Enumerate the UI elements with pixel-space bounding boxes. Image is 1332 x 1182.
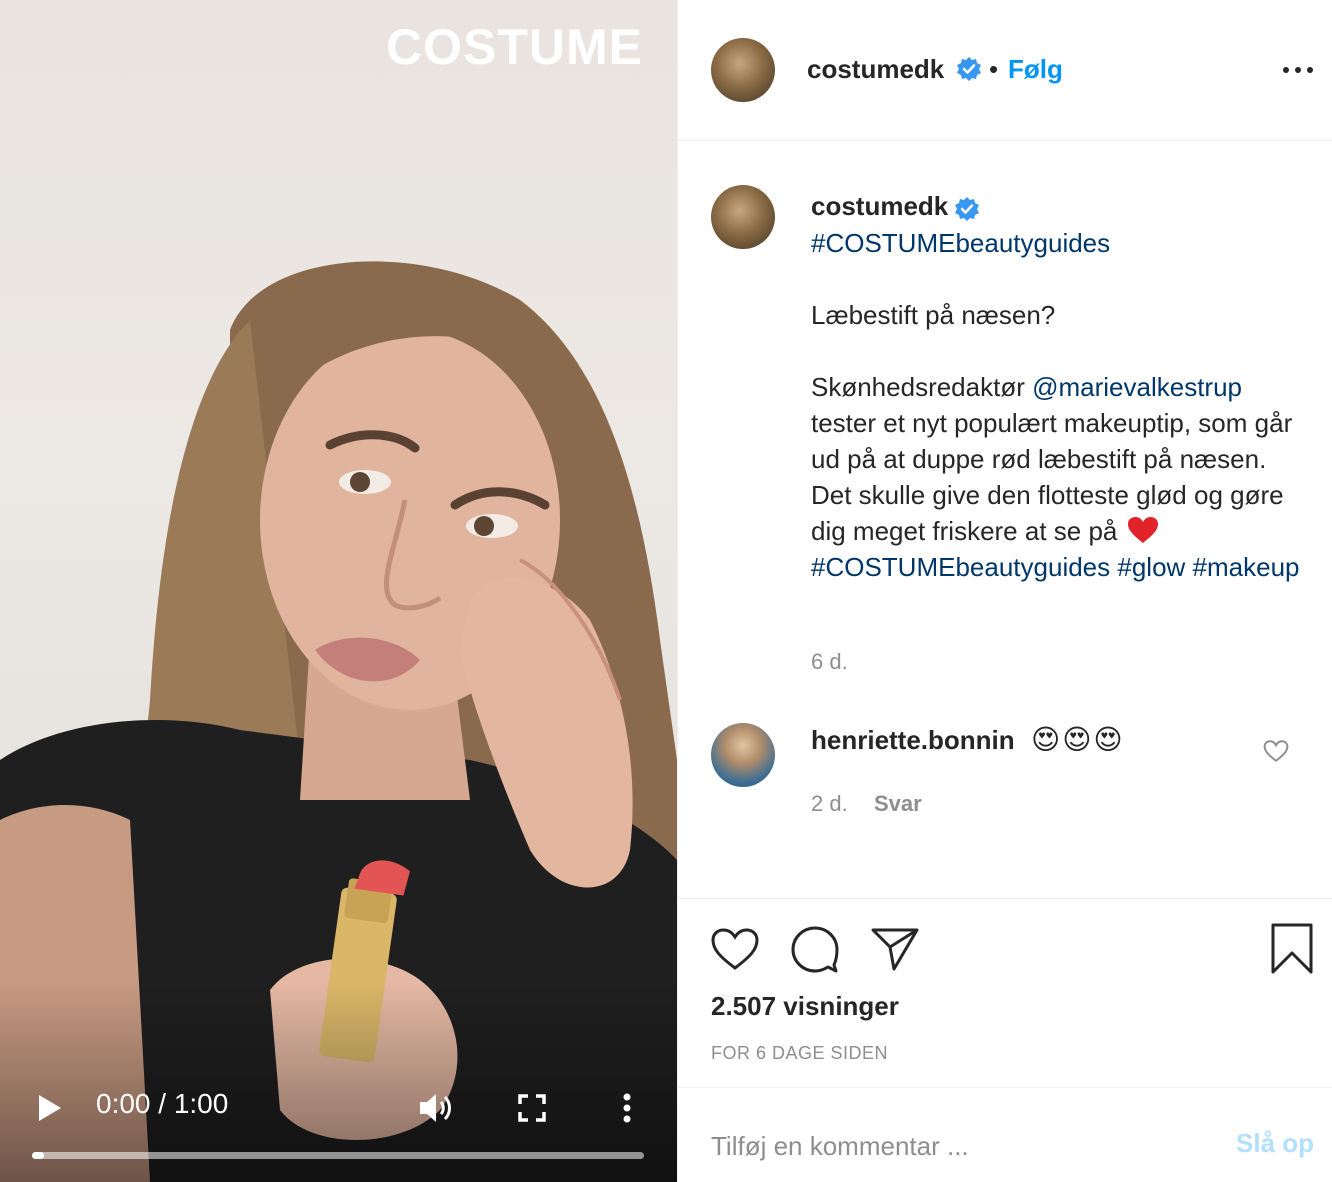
commenter-avatar[interactable] [711,723,775,787]
more-horizontal-icon [1283,67,1313,73]
video-progress-fill [32,1152,45,1159]
hashtag-link[interactable]: #makeup [1193,552,1300,582]
verified-icon [957,57,981,81]
caption-question: Læbestift på næsen? [811,300,1056,330]
heart-icon [1263,740,1289,762]
header-username[interactable]: costumedk [807,54,944,85]
hashtag-link[interactable]: #glow [1117,552,1185,582]
more-vertical-icon [623,1093,631,1123]
comment-username[interactable]: henriette.bonnin [811,725,1015,756]
comment-form: Slå op [678,1088,1332,1182]
brand-watermark: COSTUME [386,19,643,75]
caption-username-row: costumedk [811,191,980,222]
volume-button[interactable] [414,1084,458,1132]
fullscreen-button[interactable] [512,1084,552,1132]
post-header: costumedk • Følg [678,0,1332,141]
post-actions: 2.507 visninger FOR 6 DAGE SIDEN [678,898,1332,1088]
post-panel: costumedk • Følg costumedk #COSTUMEbeaut… [677,0,1332,1182]
caption-avatar[interactable] [711,185,775,249]
save-button[interactable] [1268,921,1316,977]
comment-text: 😍😍😍 [1031,724,1125,755]
caption-intro: Skønhedsredaktør [811,372,1033,402]
video-controls: 0:00 / 1:00 [0,1080,677,1140]
comment-item: henriette.bonnin 😍😍😍 2 d. Svar [711,723,1311,816]
play-button[interactable] [30,1086,70,1130]
view-count[interactable]: 2.507 visninger [711,991,899,1022]
separator-dot: • [989,54,999,84]
hashtag-link[interactable]: #COSTUMEbeautyguides [811,228,1110,258]
caption-timestamp[interactable]: 6 d. [811,649,848,675]
comment-timestamp: 2 d. [811,791,848,816]
video-progress-bar[interactable] [32,1152,644,1159]
reply-button[interactable]: Svar [874,791,922,817]
post-options-button[interactable] [1282,56,1314,84]
comment-input[interactable] [711,1124,1211,1168]
caption-username[interactable]: costumedk [811,191,948,221]
bookmark-icon [1271,923,1313,974]
hashtag-link[interactable]: #COSTUMEbeautyguides [811,552,1110,582]
comment-icon [791,926,839,973]
share-icon [871,928,919,971]
follow-button[interactable]: Følg [1008,54,1063,85]
video-player[interactable]: COSTUME 0:00 / 1:00 [0,0,677,1182]
mention-link[interactable]: @marievalkestrup [1032,372,1242,402]
post-caption: #COSTUMEbeautyguides Læbestift på næsen?… [811,225,1301,585]
post-comment-button[interactable]: Slå op [1236,1128,1314,1159]
fullscreen-icon [518,1094,546,1122]
share-button[interactable] [868,923,922,975]
red-heart-emoji [1127,517,1158,543]
video-more-button[interactable] [612,1084,642,1132]
avatar[interactable] [711,38,775,102]
volume-icon [420,1094,451,1122]
comment-button[interactable] [788,923,842,975]
post-body: costumedk #COSTUMEbeautyguides Læbestift… [678,141,1332,898]
video-time: 0:00 / 1:00 [96,1088,229,1119]
heart-icon [711,928,759,970]
like-button[interactable] [708,923,762,975]
verified-icon [955,196,980,221]
play-icon [39,1095,61,1121]
comment-like-button[interactable] [1263,739,1293,767]
post-date[interactable]: FOR 6 DAGE SIDEN [711,1043,888,1064]
